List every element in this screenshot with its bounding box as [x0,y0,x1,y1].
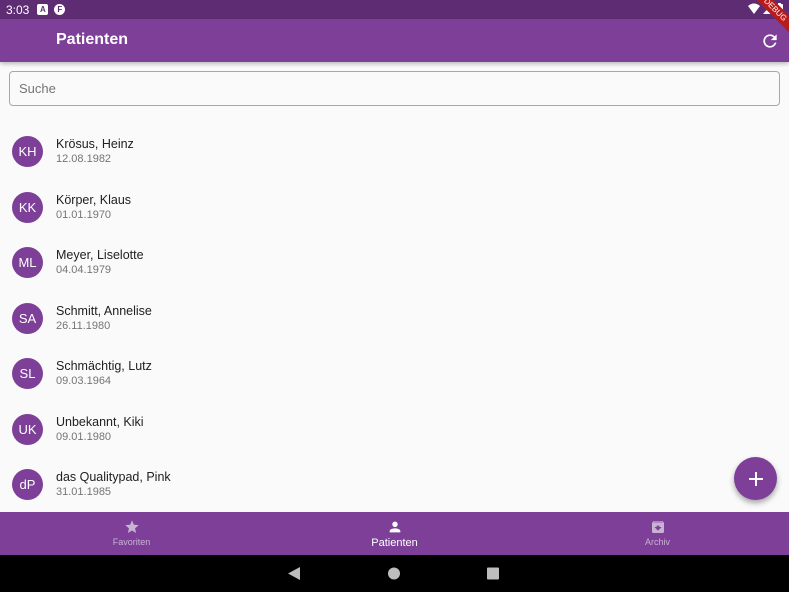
star-icon [124,520,139,533]
nav-label: Archiv [644,537,670,547]
avatar: ML [12,247,43,278]
avatar: SA [12,302,43,334]
nav-label: Favoriten [112,537,151,547]
recents-icon[interactable] [487,567,499,580]
patient-name: Schmächtig, Lutz [56,359,152,373]
patient-birthdate: 09.03.1964 [56,375,112,387]
nav-item-archiv[interactable]: Archiv [526,512,789,555]
bottom-navigation: Favoriten Patienten Archiv [0,512,789,555]
list-item[interactable]: KH Krösus, Heinz 12.08.1982 [0,122,789,178]
avatar: KK [12,191,43,223]
patient-birthdate: 12.08.1982 [56,153,112,165]
patient-birthdate: 09.01.1980 [56,430,112,443]
avatar: KH [12,136,43,167]
list-item[interactable]: SA Schmitt, Annelise 26.11.1980 [0,289,789,345]
avatar: dP [12,469,43,500]
list-item[interactable]: UK Unbekannt, Kiki 09.01.1980 [0,400,789,456]
home-icon[interactable] [388,567,400,580]
list-item[interactable]: ML Meyer, Liselotte 04.04.1979 [0,233,789,289]
refresh-icon[interactable] [760,31,780,51]
patient-birthdate: 04.04.1979 [56,264,112,276]
system-navigation-bar [0,555,789,592]
nav-item-patienten[interactable]: Patienten [263,512,526,555]
patient-name: Körper, Klaus [56,192,132,207]
patient-birthdate: 26.11.1980 [56,319,111,332]
patient-name: das Qualitypad, Pink [56,470,171,484]
archive-icon [651,521,664,533]
patient-birthdate: 01.01.1970 [56,208,112,221]
patient-list: KH Krösus, Heinz 12.08.1982 KK Körper, K… [0,122,789,511]
notification-a-icon: A [37,4,49,15]
nav-item-favoriten[interactable]: Favoriten [0,512,263,555]
wifi-icon [748,3,760,14]
notification-app-icon: F [54,4,66,15]
app-bar: Patienten [0,19,789,62]
avatar: UK [12,413,43,445]
patient-name: Krösus, Heinz [56,137,134,151]
patient-name: Schmitt, Annelise [56,303,152,318]
plus-icon [748,471,763,486]
nav-label: Patienten [371,537,418,549]
patient-name: Meyer, Liselotte [56,248,144,262]
list-item[interactable]: SL Schmächtig, Lutz 09.03.1964 [0,344,789,400]
status-time: 3:03 [6,2,30,17]
patient-name: Unbekannt, Kiki [56,414,144,429]
list-item[interactable]: dP das Qualitypad, Pink 31.01.1985 [0,455,789,511]
list-item[interactable]: KK Körper, Klaus 01.01.1970 [0,178,789,234]
avatar: SL [12,358,43,389]
patient-birthdate: 31.01.1985 [56,486,112,498]
add-patient-button[interactable] [734,457,777,500]
search-input[interactable] [9,71,780,106]
page-title: Patienten [56,31,129,48]
back-icon[interactable] [288,567,300,580]
person-icon [389,521,400,533]
status-bar: 3:03 A F [0,0,789,19]
